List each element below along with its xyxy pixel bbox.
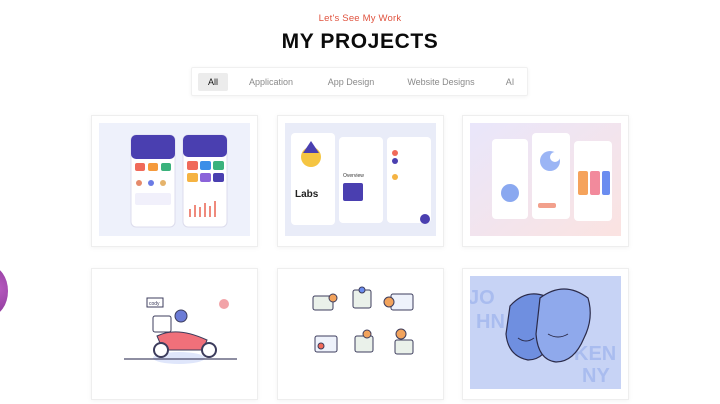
project-card-delivery-illustration[interactable]: cody (91, 268, 258, 400)
filter-application[interactable]: Application (236, 73, 306, 91)
overview-heading: Overview (343, 173, 364, 179)
section-title: MY PROJECTS (281, 30, 439, 53)
project-thumbnail: Labs Overview (285, 123, 436, 236)
thumb-letters-ny: NY (582, 365, 610, 387)
project-card-pastel-app[interactable] (462, 115, 629, 247)
project-card-labs-app[interactable]: Labs Overview (277, 115, 444, 247)
thumb-letters-jo: JO (470, 287, 495, 309)
project-thumbnail (470, 123, 621, 236)
filter-ai[interactable]: AI (496, 73, 524, 91)
project-card-icon-set[interactable] (277, 268, 444, 400)
filter-app-design[interactable]: App Design (316, 73, 386, 91)
filter-website-designs[interactable]: Website Designs (396, 73, 486, 91)
thumb-letters-hn: HN (476, 311, 505, 333)
project-thumbnail: JO HN KEN NY (470, 276, 621, 389)
project-thumbnail (99, 123, 250, 236)
decorative-blob (0, 266, 8, 316)
labs-wordmark: Labs (295, 189, 319, 200)
filter-all[interactable]: All (198, 73, 228, 91)
project-thumbnail: cody (99, 276, 250, 389)
project-thumbnail (285, 276, 436, 389)
delivery-sign-text: cody (149, 301, 160, 307)
project-card-faces-illustration[interactable]: JO HN KEN NY (462, 268, 629, 400)
project-filter-bar: All Application App Design Website Desig… (191, 67, 528, 96)
section-subtitle: Let's See My Work (318, 13, 402, 24)
project-card-mobile-app[interactable] (91, 115, 258, 247)
